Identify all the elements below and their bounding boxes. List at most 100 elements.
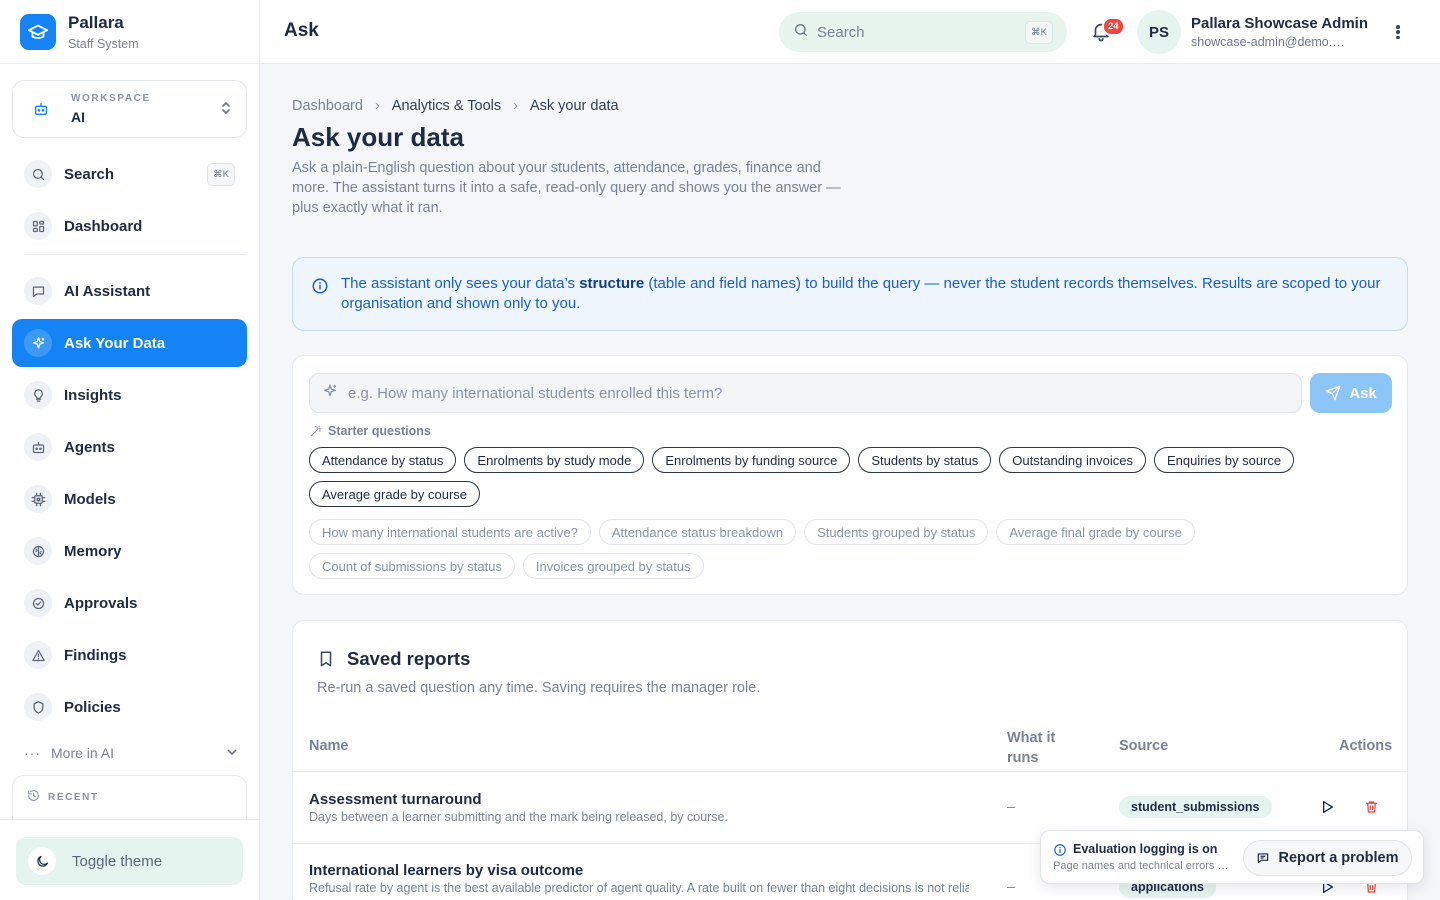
shield-icon xyxy=(24,693,52,721)
sidebar-item-policies[interactable]: Policies xyxy=(12,683,247,731)
more-label: More in AI xyxy=(51,745,115,761)
breadcrumb-dashboard[interactable]: Dashboard xyxy=(292,98,363,114)
workspace-switcher[interactable]: WORKSPACE AI xyxy=(12,80,247,138)
report-title[interactable]: Assessment turnaround xyxy=(309,791,482,808)
graduation-cap-icon xyxy=(20,13,56,50)
recent-label: RECENT xyxy=(48,792,99,803)
send-icon xyxy=(1325,385,1341,401)
breadcrumb: Dashboard › Analytics & Tools › Ask your… xyxy=(292,98,619,114)
page-title: Ask your data xyxy=(292,122,464,152)
sidebar-footer: Toggle theme xyxy=(0,819,259,900)
suggestion-chip[interactable]: Students grouped by status xyxy=(804,519,989,545)
brand[interactable]: Pallara Staff System xyxy=(0,0,259,64)
report-problem-button[interactable]: Report a problem xyxy=(1243,840,1412,876)
column-header-name: Name xyxy=(309,738,349,754)
chevron-down-icon xyxy=(226,745,238,761)
more-options-icon[interactable] xyxy=(1390,22,1406,42)
lightbulb-icon xyxy=(24,381,52,409)
toggle-theme-button[interactable]: Toggle theme xyxy=(16,837,243,885)
report-description: Refusal rate by agent is the best availa… xyxy=(309,881,969,895)
chevron-updown-icon xyxy=(220,100,232,118)
workspace-value: AI xyxy=(71,109,85,125)
sidebar-item-dashboard[interactable]: Dashboard xyxy=(12,202,247,250)
chip-icon xyxy=(24,485,52,513)
avatar[interactable]: PS xyxy=(1137,10,1181,54)
message-icon xyxy=(1258,853,1269,864)
starter-chip[interactable]: Students by status xyxy=(858,447,992,473)
column-header-source: Source xyxy=(1119,738,1169,754)
sidebar-item-agents[interactable]: Agents xyxy=(12,423,247,471)
sidebar-item-label: Ask Your Data xyxy=(64,334,166,352)
starter-chip[interactable]: Average grade by course xyxy=(309,481,481,507)
suggestion-chip[interactable]: Average final grade by course xyxy=(996,519,1195,545)
sidebar-item-label: Agents xyxy=(64,438,115,456)
saved-reports-title: Saved reports xyxy=(347,648,471,669)
sidebar-item-ask-your-data[interactable]: Ask Your Data xyxy=(12,319,247,367)
report-source-badge: student_submissions xyxy=(1119,796,1272,818)
sidebar-item-label: AI Assistant xyxy=(64,282,151,300)
report-title[interactable]: International learners by visa outcome xyxy=(309,862,583,879)
chevron-right-icon: › xyxy=(374,98,380,114)
starter-chip[interactable]: Enrolments by funding source xyxy=(652,447,851,473)
column-header-actions: Actions xyxy=(1339,738,1393,754)
breadcrumb-analytics-tools[interactable]: Analytics & Tools xyxy=(392,98,501,114)
sidebar-item-insights[interactable]: Insights xyxy=(12,371,247,419)
privacy-info-text: The assistant only sees your data’s stru… xyxy=(341,275,1381,312)
play-icon[interactable] xyxy=(1319,799,1335,820)
sidebar-item-findings[interactable]: Findings xyxy=(12,631,247,679)
topbar: Ask ⌘K 24 PS Pallara Showcase Admin show… xyxy=(260,0,1440,64)
global-search[interactable]: ⌘K xyxy=(779,12,1067,52)
report-runs: – xyxy=(1007,878,1015,894)
sparkle-icon xyxy=(24,329,52,357)
table-header-divider xyxy=(293,771,1407,772)
sidebar-item-models[interactable]: Models xyxy=(12,475,247,523)
workspace-label: WORKSPACE xyxy=(71,93,151,104)
toast-title: Evaluation logging is on xyxy=(1073,842,1218,856)
notification-count-badge: 24 xyxy=(1102,17,1125,36)
notifications-button[interactable]: 24 xyxy=(1090,17,1125,44)
sidebar-item-memory[interactable]: Memory xyxy=(12,527,247,575)
warning-icon xyxy=(24,641,52,669)
question-field[interactable] xyxy=(309,373,1302,413)
suggestion-chip[interactable]: Attendance status breakdown xyxy=(598,519,797,545)
starter-chip[interactable]: Enrolments by study mode xyxy=(464,447,645,473)
bookmark-icon xyxy=(320,651,332,667)
toggle-theme-label: Toggle theme xyxy=(72,852,163,870)
brand-subtitle: Staff System xyxy=(68,36,139,51)
global-search-input[interactable] xyxy=(817,23,1026,41)
sidebar-divider xyxy=(24,254,247,255)
question-input[interactable] xyxy=(348,384,1289,402)
sidebar: Pallara Staff System WORKSPACE AI Search… xyxy=(0,0,260,900)
chat-icon xyxy=(24,277,52,305)
trash-icon[interactable] xyxy=(1364,799,1379,820)
saved-reports-subtitle: Re-run a saved question any time. Saving… xyxy=(317,680,761,696)
starter-chip[interactable]: Attendance by status xyxy=(309,447,457,473)
sidebar-item-label: Insights xyxy=(64,386,122,404)
info-icon xyxy=(311,277,329,300)
sidebar-search[interactable]: Search ⌘K xyxy=(12,150,247,198)
grid-icon xyxy=(24,212,52,240)
search-icon xyxy=(24,160,52,188)
sidebar-item-label: Models xyxy=(64,490,116,508)
starter-questions-heading: Starter questions xyxy=(309,424,431,438)
brain-icon xyxy=(24,537,52,565)
robot-icon xyxy=(27,95,55,123)
sidebar-item-approvals[interactable]: Approvals xyxy=(12,579,247,627)
sidebar-search-label: Search xyxy=(64,165,115,183)
suggestion-chip[interactable]: Invoices grouped by status xyxy=(522,553,704,579)
starter-chip[interactable]: Outstanding invoices xyxy=(999,447,1146,473)
page-header-title: Ask xyxy=(284,20,319,41)
history-icon xyxy=(27,789,40,807)
page-description: Ask a plain-English question about your … xyxy=(292,160,841,216)
privacy-info-banner: The assistant only sees your data’s stru… xyxy=(292,257,1408,331)
suggestion-chip[interactable]: How many international students are acti… xyxy=(309,519,591,545)
robot-icon xyxy=(24,433,52,461)
suggestion-chip[interactable]: Count of submissions by status xyxy=(309,553,515,579)
check-circle-icon xyxy=(24,589,52,617)
more-in-ai-toggle[interactable]: ··· More in AI xyxy=(24,742,238,764)
ask-button[interactable]: Ask xyxy=(1310,373,1392,413)
chevron-right-icon: › xyxy=(513,98,518,114)
sidebar-item-label: Dashboard xyxy=(64,217,143,235)
sidebar-item-ai-assistant[interactable]: AI Assistant xyxy=(12,267,247,315)
starter-chip[interactable]: Enquiries by source xyxy=(1153,447,1295,473)
